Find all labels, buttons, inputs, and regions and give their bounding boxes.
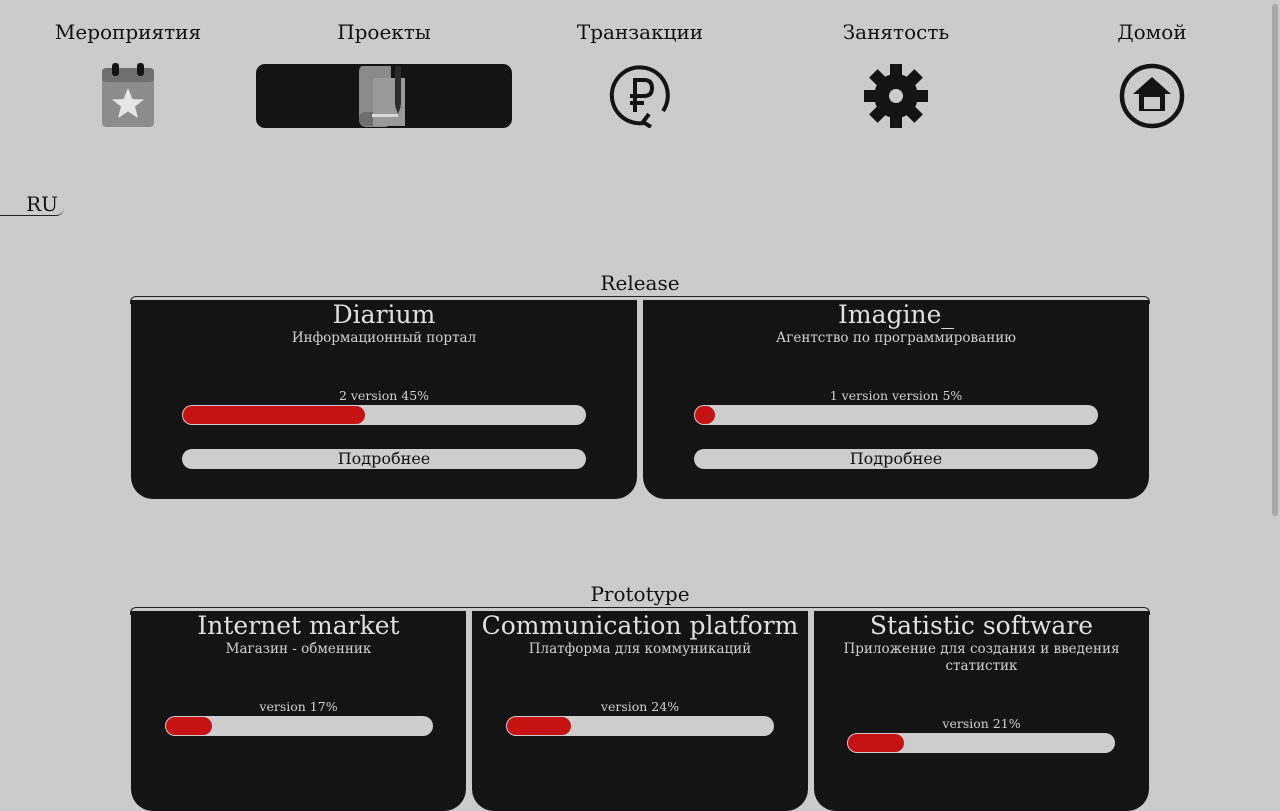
project-card-internet-market: Internet market Магазин - обменник versi…	[131, 611, 466, 811]
nav-item-label: Транзакции	[576, 20, 704, 44]
section-title-prototype: Prototype	[590, 582, 690, 606]
progress-bar	[847, 733, 1115, 753]
project-card-communication-platform: Communication platform Платформа для ком…	[472, 611, 808, 811]
nav-item-label: Мероприятия	[54, 20, 202, 44]
nav-item-employment[interactable]: Занятость	[768, 0, 1024, 140]
card-title: Statistic software	[869, 611, 1094, 640]
version-label: 2 version 45%	[338, 388, 430, 403]
nav-item-label: Проекты	[337, 20, 431, 44]
progress-bar	[182, 405, 586, 425]
top-navigation: Мероприятия Проекты Транзакции Занятость…	[0, 0, 1280, 140]
language-label: RU	[26, 192, 58, 216]
progress-bar	[165, 716, 433, 736]
nav-item-label: Домой	[1117, 20, 1187, 44]
nav-item-events[interactable]: Мероприятия	[0, 0, 256, 140]
project-card-statistic-software: Statistic software Приложение для создан…	[814, 611, 1149, 811]
version-label: version 24%	[600, 699, 680, 714]
section-title-release: Release	[600, 271, 680, 295]
calendar-star-icon	[102, 63, 154, 127]
nav-item-label: Занятость	[842, 20, 950, 44]
language-selector[interactable]: RU	[0, 192, 64, 216]
card-subtitle: Приложение для создания и введения стати…	[843, 641, 1120, 674]
progress-fill	[507, 717, 572, 735]
card-title: Imagine_	[838, 300, 954, 329]
gear-icon	[864, 64, 928, 128]
card-subtitle: Информационный портал	[291, 330, 477, 346]
progress-fill	[183, 406, 365, 424]
nav-item-home[interactable]: Домой	[1024, 0, 1280, 140]
progress-fill	[695, 406, 716, 424]
nav-item-transactions[interactable]: Транзакции	[512, 0, 768, 140]
version-label: version 17%	[259, 699, 338, 714]
progress-bar	[506, 716, 774, 736]
card-subtitle: Платформа для коммуникаций	[528, 641, 752, 657]
progress-fill	[848, 734, 905, 752]
project-card-diarium: Diarium Информационный портал 2 version …	[131, 300, 637, 499]
progress-bar	[694, 405, 1098, 425]
details-button[interactable]: Подробнее	[694, 449, 1098, 469]
card-subtitle: Магазин - обменник	[225, 641, 372, 657]
version-label: 1 version version 5%	[829, 388, 963, 403]
scroll-pen-icon	[359, 66, 405, 127]
nav-item-projects[interactable]: Проекты	[256, 0, 512, 140]
home-icon	[1119, 63, 1185, 129]
details-button[interactable]: Подробнее	[182, 449, 586, 469]
scrollbar-thumb[interactable]	[1272, 4, 1278, 516]
vertical-scrollbar[interactable]	[1268, 0, 1280, 800]
ruble-refresh-icon	[609, 65, 670, 128]
card-title: Communication platform	[481, 611, 799, 640]
version-label: version 21%	[942, 716, 1021, 731]
project-card-imagine: Imagine_ Агентство по программированию 1…	[643, 300, 1149, 499]
progress-fill	[166, 717, 212, 735]
card-title: Internet market	[197, 611, 400, 640]
card-subtitle: Агентство по программированию	[776, 330, 1016, 346]
card-title: Diarium	[332, 300, 436, 329]
